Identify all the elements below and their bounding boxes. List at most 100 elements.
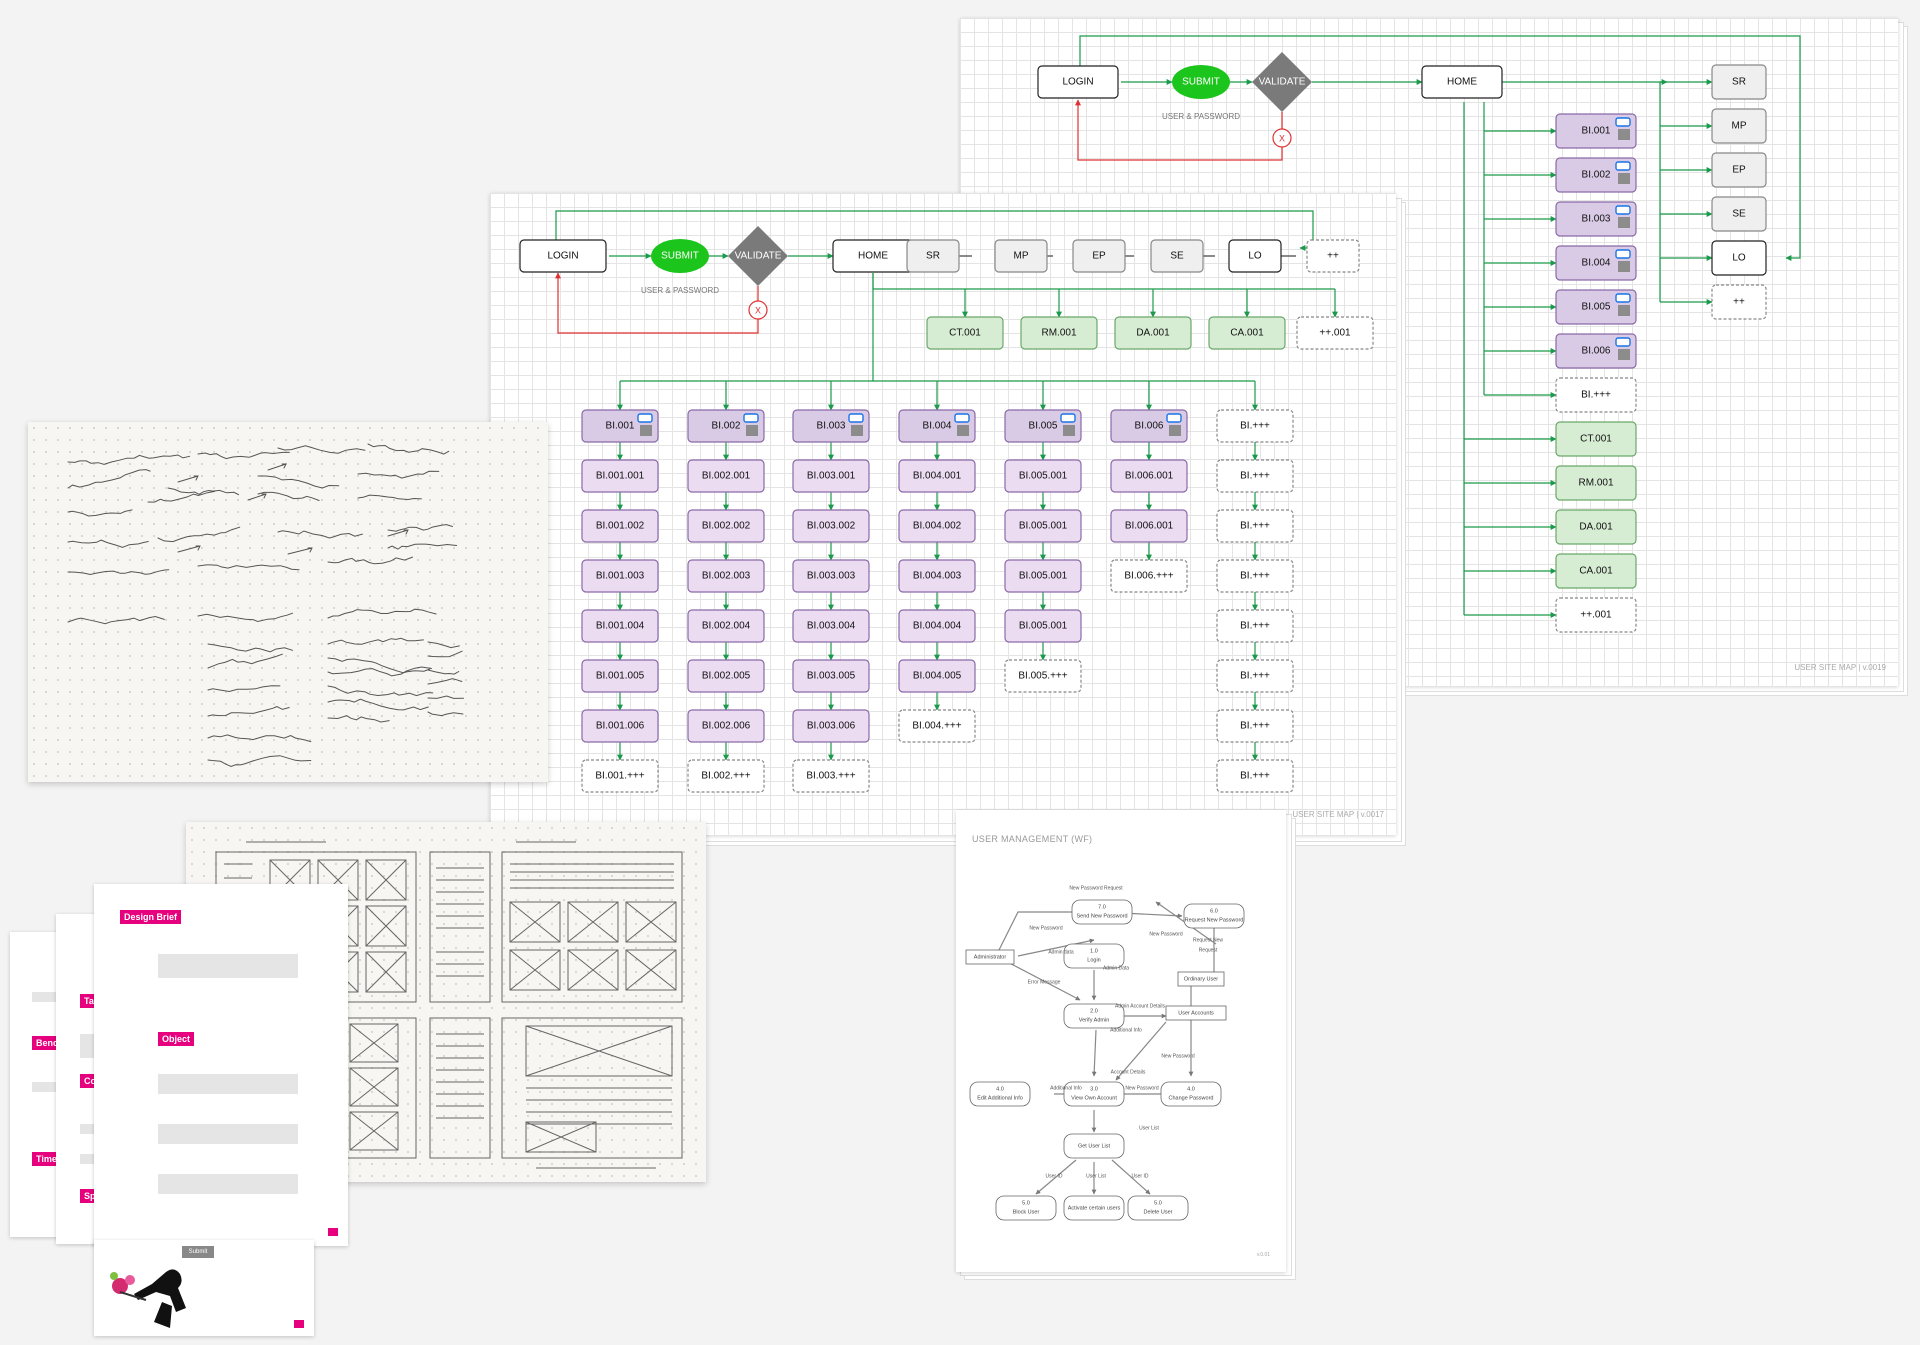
front-col-1-row-5: BI.002.005 [687, 659, 765, 693]
handwriting-stroke [427, 650, 463, 658]
front-col-1-row-6-label: BI.002.006 [702, 721, 751, 732]
front-col-4-row-4-label: BI.005.001 [1019, 621, 1068, 632]
front-green-2-label: DA.001 [1136, 328, 1170, 339]
handwriting-stroke [427, 711, 464, 717]
back-sitemap-footer: USER SITE MAP | v.0019 [1794, 663, 1886, 672]
handwriting-stroke [207, 685, 281, 693]
front-col-2-row-2-label: BI.003.002 [807, 521, 856, 532]
um-flow-label: New Password Request [1069, 885, 1123, 891]
front-validate-decision-label: VALIDATE [735, 251, 782, 262]
wireframe-placeholder [625, 949, 677, 991]
front-col-3-row-6-label: BI.004.+++ [912, 721, 961, 732]
front-col-2-row-4: BI.003.004 [792, 609, 870, 643]
front-col-1-row-2-label: BI.002.002 [702, 521, 751, 532]
front-col-5-row-3: BI.006.+++ [1110, 559, 1188, 593]
back-submit-node-label: SUBMIT [1182, 77, 1220, 88]
um-flow-label: Admin Account Details [1115, 1003, 1166, 1009]
connector-line [555, 272, 759, 334]
error-x-label: X [1279, 133, 1285, 143]
um-entity-label: Ordinary User [1184, 976, 1218, 982]
front-col-1-row-4: BI.002.004 [687, 609, 765, 643]
handwriting-stroke [367, 443, 450, 455]
screen-icon [637, 413, 653, 423]
back-extra-item: ++.001 [1555, 597, 1637, 633]
brief-submit-button[interactable]: Submit [182, 1246, 214, 1258]
screen-icon [848, 413, 864, 423]
front-user-password-caption: USER & PASSWORD [641, 286, 719, 295]
front-col-0-row-4: BI.001.004 [581, 609, 659, 643]
back-green-3-label: CA.001 [1579, 566, 1613, 577]
handwriting-stroke [387, 524, 453, 532]
front-col-0-row-5-label: BI.001.005 [596, 671, 645, 682]
back-extra-item-label: ++.001 [1580, 610, 1612, 621]
um-process-num: 3.0 [1090, 1086, 1098, 1092]
front-col-2-row-3-label: BI.003.003 [807, 571, 856, 582]
back-bi-6-label: BI.+++ [1581, 390, 1611, 401]
handwriting-stroke [207, 734, 312, 743]
wireframe-frame [429, 851, 491, 1003]
front-col-0-row-7: BI.001.+++ [581, 759, 659, 793]
connector-line [872, 273, 1335, 290]
um-process-num: 5.0 [1022, 1200, 1030, 1206]
um-flow-label: User ID [1132, 1173, 1149, 1179]
front-top-item-2-label: EP [1092, 251, 1106, 262]
um-process-10: 5.0 Delete User [1127, 1195, 1189, 1221]
front-col-2-row-3: BI.003.003 [792, 559, 870, 593]
handwriting-stroke [327, 556, 413, 565]
um-flow-label: New Password [1149, 931, 1183, 937]
handwriting-stroke [207, 706, 290, 717]
handwriting-stroke [147, 490, 216, 503]
um-process-0: 7.0 Send New Password [1071, 899, 1133, 925]
front-green-0-label: CT.001 [949, 328, 981, 339]
handwriting-stroke [67, 454, 191, 465]
wireframe-placeholder [625, 901, 677, 943]
front-col-6-row-5: BI.+++ [1216, 659, 1294, 693]
handwriting-stroke [427, 669, 460, 675]
front-col-0-row-5: BI.001.005 [581, 659, 659, 693]
front-col-3-row-3: BI.004.003 [898, 559, 976, 593]
front-col-1-row-1-label: BI.002.001 [702, 471, 751, 482]
handwriting-stroke [387, 543, 458, 550]
share-icon [1063, 425, 1075, 436]
back-green-2: DA.001 [1555, 509, 1637, 545]
brief-section-object: Object [158, 1032, 195, 1046]
front-col-6-row-1: BI.+++ [1216, 459, 1294, 493]
front-green-0: CT.001 [926, 316, 1004, 350]
back-item-5: ++ [1711, 284, 1767, 320]
handwriting-stroke [67, 539, 149, 548]
share-icon [1618, 129, 1630, 140]
front-col-2-row-5-label: BI.003.005 [807, 671, 856, 682]
handwriting-stroke [197, 564, 300, 571]
sketch-arrow [247, 493, 267, 501]
front-col-3-row-1-label: BI.004.001 [913, 471, 962, 482]
um-process-1: 6.0 Request New Password [1183, 903, 1245, 929]
front-submit-node-label: SUBMIT [661, 251, 699, 262]
um-process-6: 4.0 Change Password [1160, 1081, 1222, 1107]
sketch-arrow [267, 463, 287, 471]
handwriting-stroke [277, 530, 363, 539]
front-top-item-3-label: SE [1170, 251, 1184, 262]
front-col-2-row-6: BI.003.006 [792, 709, 870, 743]
front-col-0-row-4-label: BI.001.004 [596, 621, 645, 632]
back-green-1-label: RM.001 [1578, 478, 1613, 489]
back-bi-4: BI.005 [1555, 289, 1637, 325]
front-col-5-row-0: BI.006 [1110, 409, 1188, 443]
screen-icon [1615, 117, 1631, 127]
wireframe-placeholder [509, 901, 561, 943]
handwriting-stroke [277, 445, 366, 454]
um-process-num: 7.0 [1098, 904, 1106, 910]
front-col-6-row-6: BI.+++ [1216, 709, 1294, 743]
front-col-6-row-7: BI.+++ [1216, 759, 1294, 793]
um-process-label: Delete User [1143, 1209, 1172, 1215]
um-process-num: 1.0 [1090, 948, 1098, 954]
front-top-item-4-label: LO [1248, 251, 1262, 262]
front-col-1-row-3: BI.002.003 [687, 559, 765, 593]
front-green-3: CA.001 [1208, 316, 1286, 350]
front-col-6-row-0-label: BI.+++ [1240, 421, 1270, 432]
screen-icon [1060, 413, 1076, 423]
screen-icon [1615, 205, 1631, 215]
front-top-item-1-label: MP [1014, 251, 1029, 262]
um-flow-label: Request New [1193, 937, 1223, 943]
front-col-4-row-5: BI.005.+++ [1004, 659, 1082, 693]
back-green-3: CA.001 [1555, 553, 1637, 589]
